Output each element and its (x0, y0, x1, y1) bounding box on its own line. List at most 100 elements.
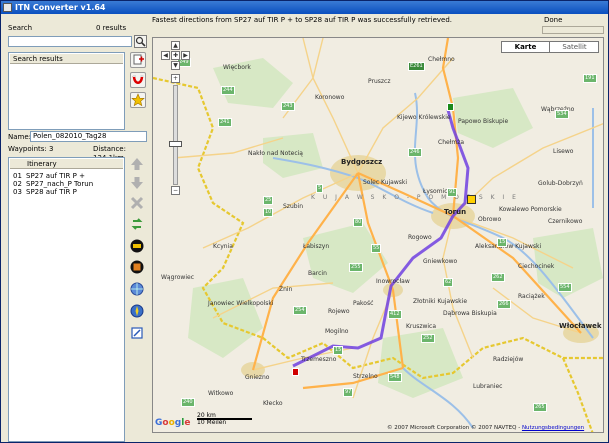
arrow-up-icon (131, 158, 143, 170)
map-town-label: Torun (444, 208, 467, 216)
map-town-label: Gniewkowo (423, 258, 458, 265)
favorites-button[interactable] (130, 92, 146, 108)
drive-button[interactable] (130, 239, 146, 255)
search-input[interactable] (8, 36, 132, 47)
itinerary-header-label: Itinerary (27, 160, 57, 168)
map-town-label: Kijewo Królewskie (397, 114, 451, 121)
end-marker[interactable] (292, 368, 299, 376)
itinerary-item[interactable]: 02 SP27_nach_P Torun (13, 180, 93, 188)
map-scale: 20 km 10 Meilen (197, 412, 257, 426)
map-town-label: Więcbork (223, 64, 251, 71)
map-town-label: Witkowo (208, 390, 234, 397)
map-town-label: Rojewo (328, 308, 350, 315)
add-location-button[interactable] (130, 52, 146, 68)
magnet-button[interactable] (130, 72, 146, 88)
move-down-button[interactable] (130, 176, 146, 192)
search-button[interactable] (134, 35, 147, 48)
map-view[interactable]: K U J A W S K O - P O M O R S K I E Bydg… (152, 37, 604, 433)
zoom-in-button[interactable]: + (171, 74, 180, 83)
itinerary-item[interactable]: 03 SP28 auf TIR P (13, 188, 77, 196)
compass-button[interactable] (130, 304, 146, 320)
zoom-slider[interactable] (173, 85, 178, 185)
done-label: Done (544, 16, 563, 24)
pan-center-button[interactable]: ✚ (171, 51, 180, 60)
itinerary-item-label: SP27 auf TIR P + (26, 172, 85, 180)
map-town-label: Łabiszyn (303, 243, 330, 250)
road-shield: 25 (263, 196, 274, 205)
map-town-label: Kcynia (213, 243, 233, 250)
pan-left-button[interactable]: ◀ (161, 51, 170, 60)
map-town-label: Kowalewo Pomorskie (499, 206, 562, 213)
compass-icon (130, 304, 144, 318)
road-shield: 97 (343, 388, 354, 397)
itinerary-item-number: 01 (13, 172, 22, 180)
waypoint-marker[interactable] (467, 195, 476, 204)
map-town-label: Solec Kujawski (363, 179, 408, 186)
road-shield: 554 (558, 283, 572, 292)
road-shield: 240 (181, 398, 195, 407)
map-town-label: Czernikowo (548, 218, 583, 225)
map-town-label: Nakło nad Notecią (248, 150, 303, 157)
map-town-label: Obrowo (478, 216, 502, 223)
delete-button[interactable] (130, 196, 146, 212)
edit-icon (131, 327, 143, 339)
pan-up-button[interactable]: ▲ (171, 41, 180, 50)
road-shield: 55 (371, 244, 382, 253)
road-shield: 10 (263, 208, 274, 217)
search-results-header: Search results (10, 54, 123, 64)
road-shield: 254 (293, 306, 307, 315)
itinerary-list[interactable]: Itinerary 01 SP27 auf TIR P + 02 SP27_nach… (8, 157, 125, 442)
reverse-button[interactable] (130, 217, 146, 233)
zoom-slider-handle[interactable] (169, 141, 182, 147)
itinerary-item[interactable]: 01 SP27 auf TIR P + (13, 172, 85, 180)
search-results-list[interactable]: Search results (8, 52, 125, 130)
road-shield: 243 (281, 102, 295, 111)
itinerary-item-number: 02 (13, 180, 22, 188)
map-town-label: Koronowo (315, 94, 345, 101)
map-town-label: Pruszcz (368, 78, 391, 85)
map-town-label: Żnin (279, 286, 293, 293)
terms-link[interactable]: Nutzungsbedingungen (522, 425, 584, 431)
map-town-label: Bydgoszcz (341, 158, 383, 166)
globe-button[interactable] (130, 282, 146, 298)
map-town-label: Trzemeszno (301, 356, 337, 363)
road-shield: 246 (408, 148, 422, 157)
map-town-label: Mogilno (325, 328, 349, 335)
map-town-label: Rogowo (408, 234, 432, 241)
map-town-label: Janowiec Wielkopolski (208, 300, 274, 307)
route-name-field[interactable]: Polen_082010_Tag28 (30, 131, 147, 142)
app-icon (3, 3, 12, 12)
edit-button[interactable] (130, 326, 146, 342)
map-town-label: Złotniki Kujawskie (413, 298, 468, 305)
pan-down-button[interactable]: ▼ (171, 61, 180, 70)
map-town-label: Pakość (353, 300, 374, 307)
road-shield: 15 (497, 238, 508, 247)
map-town-label: Aleksandrów Kujawski (475, 243, 542, 250)
map-town-label: Radziejów (493, 356, 524, 363)
map-town-label: Chełmno (428, 56, 455, 63)
map-type-map-button[interactable]: Karte (502, 42, 550, 52)
road-shield: 80 (353, 218, 364, 227)
map-town-label: Ciechocinek (518, 263, 555, 270)
start-marker[interactable] (447, 103, 454, 111)
pan-right-button[interactable]: ▶ (181, 51, 190, 60)
zoom-out-button[interactable]: − (171, 186, 180, 195)
map-town-label: Gniezno (245, 374, 270, 381)
map-town-label: Strzelno (353, 373, 378, 380)
map-town-label: Kłecko (263, 400, 283, 407)
reverse-icon (131, 218, 143, 230)
map-type-satellite-button[interactable]: Satellit (551, 42, 598, 52)
search-label: Search (8, 24, 33, 32)
road-shield: 262 (491, 273, 505, 282)
road-shield: 265 (533, 403, 547, 412)
road-shield: 412 (388, 310, 402, 319)
magnifier-icon (135, 36, 146, 47)
region-label: K U J A W S K O - P O M O R S K I E (311, 194, 519, 201)
map-town-label: Dąbrowa Biskupia (443, 310, 497, 317)
export-button[interactable] (130, 260, 146, 276)
google-logo: Google (155, 418, 191, 428)
map-copyright: © 2007 Microsoft Corporation © 2007 NAVT… (387, 424, 584, 432)
map-town-label: Barcin (308, 270, 327, 277)
progress-box (542, 26, 604, 34)
move-up-button[interactable] (130, 157, 146, 173)
